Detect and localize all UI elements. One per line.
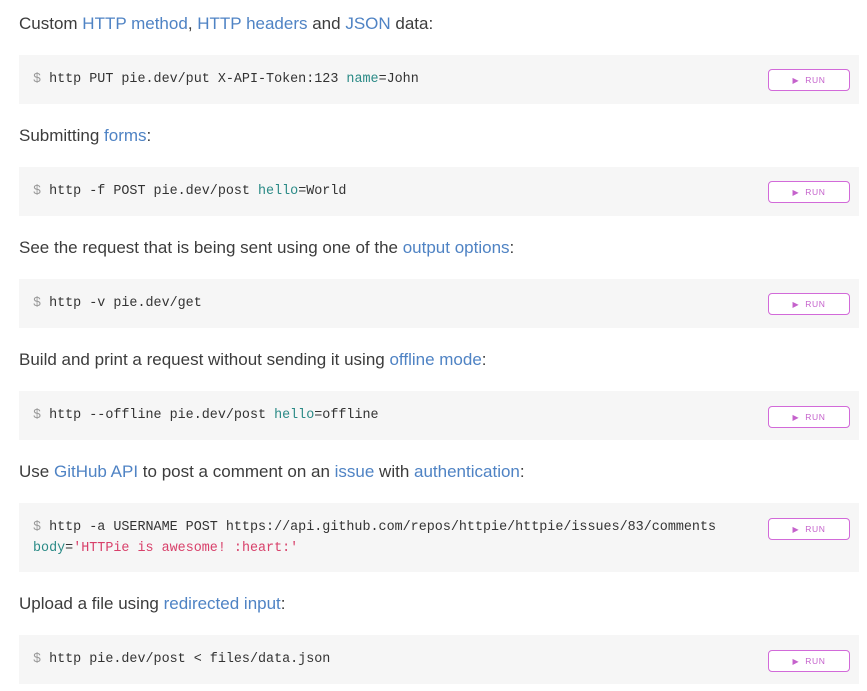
command-text: $ http -v pie.dev/get: [33, 293, 202, 314]
doc-link[interactable]: JSON: [345, 14, 390, 33]
prompt-symbol: $: [33, 408, 50, 423]
play-icon: ▶: [792, 524, 800, 534]
prompt-symbol: $: [33, 296, 50, 311]
doc-link[interactable]: HTTP headers: [197, 14, 307, 33]
play-icon: ▶: [792, 656, 800, 666]
play-icon: ▶: [792, 75, 800, 85]
desc-text: Use: [19, 462, 54, 481]
code-token: =World: [298, 184, 347, 199]
run-label: RUN: [805, 524, 826, 534]
desc-text: and: [307, 14, 346, 33]
param-key: body: [33, 541, 66, 556]
example-description: Use GitHub API to post a comment on an i…: [19, 461, 525, 483]
code-block: $ http -v pie.dev/get ▶ RUN: [19, 279, 859, 328]
param-key: hello: [258, 184, 299, 199]
httpie-examples: Custom HTTP method, HTTP headers and JSO…: [0, 0, 867, 691]
param-string: 'HTTPie is awesome! :heart:': [73, 541, 299, 556]
play-icon: ▶: [792, 412, 800, 422]
doc-link[interactable]: offline mode: [389, 350, 481, 369]
code-line: $ http pie.dev/post < files/data.json: [33, 649, 330, 670]
code-token: =John: [378, 72, 419, 87]
desc-text: Upload a file using: [19, 594, 164, 613]
code-line: $ http -v pie.dev/get: [33, 293, 202, 314]
param-key: hello: [274, 408, 315, 423]
code-block: $ http -f POST pie.dev/post hello=World …: [19, 167, 859, 216]
prompt-symbol: $: [33, 72, 50, 87]
code-token: =: [65, 541, 74, 556]
code-line: $ http PUT pie.dev/put X-API-Token:123 n…: [33, 69, 419, 90]
code-token: http pie.dev/post < files/data.json: [49, 652, 331, 667]
code-token: http --offline pie.dev/post: [49, 408, 275, 423]
desc-text: See the request that is being sent using…: [19, 238, 403, 257]
desc-text: data:: [390, 14, 434, 33]
run-button[interactable]: ▶ RUN: [768, 293, 850, 315]
doc-link[interactable]: HTTP method: [82, 14, 188, 33]
code-token: http -f POST pie.dev/post: [49, 184, 259, 199]
play-icon: ▶: [792, 187, 800, 197]
desc-text: :: [481, 350, 487, 369]
run-label: RUN: [805, 656, 826, 666]
doc-link[interactable]: GitHub API: [54, 462, 138, 481]
code-token: http -v pie.dev/get: [49, 296, 202, 311]
desc-text: :: [146, 126, 152, 145]
desc-text: :: [280, 594, 286, 613]
code-line: $ http --offline pie.dev/post hello=offl…: [33, 405, 379, 426]
desc-text: Build and print a request without sendin…: [19, 350, 390, 369]
run-button[interactable]: ▶ RUN: [768, 69, 850, 91]
desc-text: ,: [187, 14, 198, 33]
run-label: RUN: [805, 299, 826, 309]
command-text: $ http -a USERNAME POST https://api.gith…: [33, 517, 716, 559]
example-description: See the request that is being sent using…: [19, 237, 514, 259]
run-label: RUN: [805, 412, 826, 422]
code-block: $ http --offline pie.dev/post hello=offl…: [19, 391, 859, 440]
doc-link[interactable]: authentication: [414, 462, 520, 481]
run-button[interactable]: ▶ RUN: [768, 406, 850, 428]
code-line: body='HTTPie is awesome! :heart:': [33, 538, 716, 559]
example-description: Build and print a request without sendin…: [19, 349, 487, 371]
play-icon: ▶: [792, 299, 800, 309]
run-label: RUN: [805, 187, 826, 197]
command-text: $ http -f POST pie.dev/post hello=World: [33, 181, 346, 202]
code-block: $ http PUT pie.dev/put X-API-Token:123 n…: [19, 55, 859, 104]
code-token: =offline: [314, 408, 379, 423]
code-token: http -a USERNAME POST https://api.github…: [49, 520, 717, 535]
run-button[interactable]: ▶ RUN: [768, 650, 850, 672]
doc-link[interactable]: redirected input: [164, 594, 281, 613]
desc-text: to post a comment on an: [138, 462, 335, 481]
code-token: http PUT pie.dev/put X-API-Token:123: [49, 72, 347, 87]
desc-text: :: [519, 462, 525, 481]
doc-link[interactable]: forms: [104, 126, 147, 145]
code-line: $ http -f POST pie.dev/post hello=World: [33, 181, 346, 202]
prompt-symbol: $: [33, 652, 50, 667]
desc-text: with: [374, 462, 415, 481]
desc-text: Custom: [19, 14, 83, 33]
example-description: Submitting forms:: [19, 125, 151, 147]
desc-text: :: [509, 238, 515, 257]
run-button[interactable]: ▶ RUN: [768, 181, 850, 203]
code-line: $ http -a USERNAME POST https://api.gith…: [33, 517, 716, 538]
command-text: $ http --offline pie.dev/post hello=offl…: [33, 405, 379, 426]
example-description: Custom HTTP method, HTTP headers and JSO…: [19, 13, 433, 35]
doc-link[interactable]: issue: [335, 462, 375, 481]
run-button[interactable]: ▶ RUN: [768, 518, 850, 540]
example-description: Upload a file using redirected input:: [19, 593, 286, 615]
param-key: name: [346, 72, 379, 87]
doc-link[interactable]: output options: [403, 238, 510, 257]
desc-text: Submitting: [19, 126, 105, 145]
run-label: RUN: [805, 75, 826, 85]
prompt-symbol: $: [33, 520, 50, 535]
prompt-symbol: $: [33, 184, 50, 199]
code-block: $ http -a USERNAME POST https://api.gith…: [19, 503, 859, 572]
command-text: $ http PUT pie.dev/put X-API-Token:123 n…: [33, 69, 419, 90]
code-block: $ http pie.dev/post < files/data.json ▶ R…: [19, 635, 859, 684]
command-text: $ http pie.dev/post < files/data.json: [33, 649, 330, 670]
